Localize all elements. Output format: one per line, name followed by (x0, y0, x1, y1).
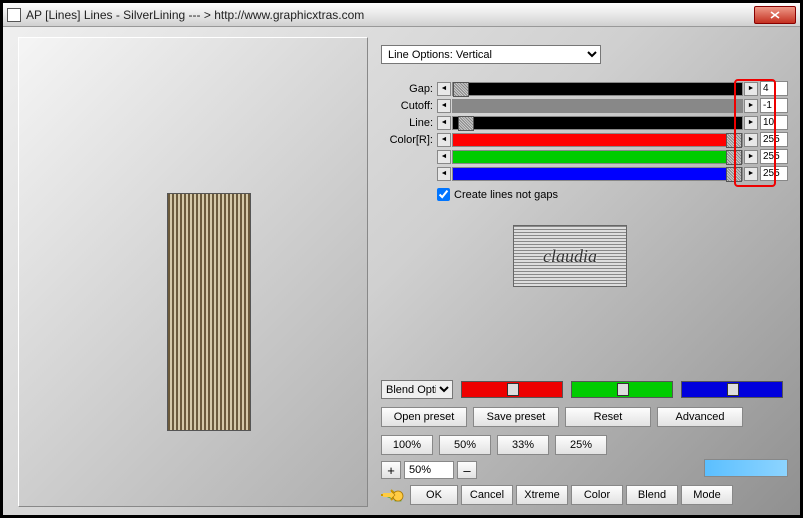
close-button[interactable] (754, 6, 796, 24)
rgb-slider-group (461, 381, 783, 398)
gap-slider[interactable] (452, 82, 743, 96)
xtreme-button[interactable]: Xtreme (516, 485, 568, 505)
open-preset-button[interactable]: Open preset (381, 407, 467, 427)
pct-33-button[interactable]: 33% (497, 435, 549, 455)
color-b-dec[interactable]: ◄ (437, 167, 451, 181)
color-b-inc[interactable]: ► (744, 167, 758, 181)
gap-slider-row: Gap: ◄ ► 4 (381, 80, 788, 97)
reset-button[interactable]: Reset (565, 407, 651, 427)
color-b-value[interactable]: 255 (760, 166, 788, 181)
cutoff-dec[interactable]: ◄ (437, 99, 451, 113)
cancel-button[interactable]: Cancel (461, 485, 513, 505)
pct-50-button[interactable]: 50% (439, 435, 491, 455)
color-g-slider[interactable] (452, 150, 743, 164)
color-r-dec[interactable]: ◄ (437, 133, 451, 147)
mode-button[interactable]: Mode (681, 485, 733, 505)
pointer-hand-icon (381, 486, 407, 504)
cutoff-value[interactable]: -1 (760, 98, 788, 113)
pct-100-button[interactable]: 100% (381, 435, 433, 455)
zoom-value[interactable]: 50% (404, 461, 454, 479)
color-r-inc[interactable]: ► (744, 133, 758, 147)
percent-row: 100% 50% 33% 25% (381, 435, 788, 455)
titlebar[interactable]: AP [Lines] Lines - SilverLining --- > ht… (3, 3, 800, 27)
line-label: Line: (381, 117, 437, 129)
plugin-window: AP [Lines] Lines - SilverLining --- > ht… (0, 0, 803, 518)
cutoff-inc[interactable]: ► (744, 99, 758, 113)
ok-button[interactable]: OK (410, 485, 458, 505)
color-g-value[interactable]: 255 (760, 149, 788, 164)
logo-banner: claudia (513, 225, 627, 287)
color-r-slider[interactable] (452, 133, 743, 147)
app-icon (7, 8, 21, 22)
window-title: AP [Lines] Lines - SilverLining --- > ht… (26, 8, 754, 22)
zoom-in-button[interactable]: + (381, 461, 401, 479)
line-inc[interactable]: ► (744, 116, 758, 130)
cutoff-slider-row: Cutoff: ◄ ► -1 (381, 97, 788, 114)
cutoff-label: Cutoff: (381, 100, 437, 112)
checkbox-row: Create lines not gaps (437, 188, 788, 201)
advanced-button[interactable]: Advanced (657, 407, 743, 427)
color-g-slider-row: ◄ ► 255 (381, 148, 788, 165)
create-lines-checkbox[interactable] (437, 188, 450, 201)
color-swatch[interactable] (704, 459, 788, 477)
color-b-slider[interactable] (452, 167, 743, 181)
blend-g-slider[interactable] (571, 381, 673, 398)
color-r-slider-row: Color[R]: ◄ ► 255 (381, 131, 788, 148)
gap-dec[interactable]: ◄ (437, 82, 451, 96)
blend-options-dropdown[interactable]: Blend Options (381, 380, 453, 399)
action-row: OK Cancel Xtreme Color Blend Mode (381, 485, 788, 505)
color-button[interactable]: Color (571, 485, 623, 505)
gap-label: Gap: (381, 83, 437, 95)
close-icon (770, 11, 780, 19)
color-r-value[interactable]: 255 (760, 132, 788, 147)
logo-text: claudia (543, 246, 597, 267)
save-preset-button[interactable]: Save preset (473, 407, 559, 427)
color-g-inc[interactable]: ► (744, 150, 758, 164)
preview-panel (18, 37, 368, 507)
preview-image (167, 193, 251, 431)
blend-r-slider[interactable] (461, 381, 563, 398)
pct-25-button[interactable]: 25% (555, 435, 607, 455)
preset-row: Open preset Save preset Reset Advanced (381, 407, 788, 427)
line-options-dropdown[interactable]: Line Options: Vertical (381, 45, 601, 64)
slider-group: Gap: ◄ ► 4 Cutoff: ◄ ► -1 Line: ◄ (381, 80, 788, 182)
gap-value[interactable]: 4 (760, 81, 788, 96)
content-area: Line Options: Vertical Gap: ◄ ► 4 Cutoff… (3, 27, 800, 515)
line-slider[interactable] (452, 116, 743, 130)
color-g-dec[interactable]: ◄ (437, 150, 451, 164)
line-value[interactable]: 10 (760, 115, 788, 130)
gap-inc[interactable]: ► (744, 82, 758, 96)
bottom-controls: Blend Options Open preset Save preset Re… (381, 380, 788, 505)
line-slider-row: Line: ◄ ► 10 (381, 114, 788, 131)
cutoff-slider[interactable] (452, 99, 743, 113)
line-dec[interactable]: ◄ (437, 116, 451, 130)
color-b-slider-row: ◄ ► 255 (381, 165, 788, 182)
blend-b-slider[interactable] (681, 381, 783, 398)
blend-button[interactable]: Blend (626, 485, 678, 505)
checkbox-label: Create lines not gaps (454, 189, 558, 201)
controls-panel: Line Options: Vertical Gap: ◄ ► 4 Cutoff… (381, 45, 788, 201)
zoom-out-button[interactable]: – (457, 461, 477, 479)
color-r-label: Color[R]: (381, 134, 437, 146)
